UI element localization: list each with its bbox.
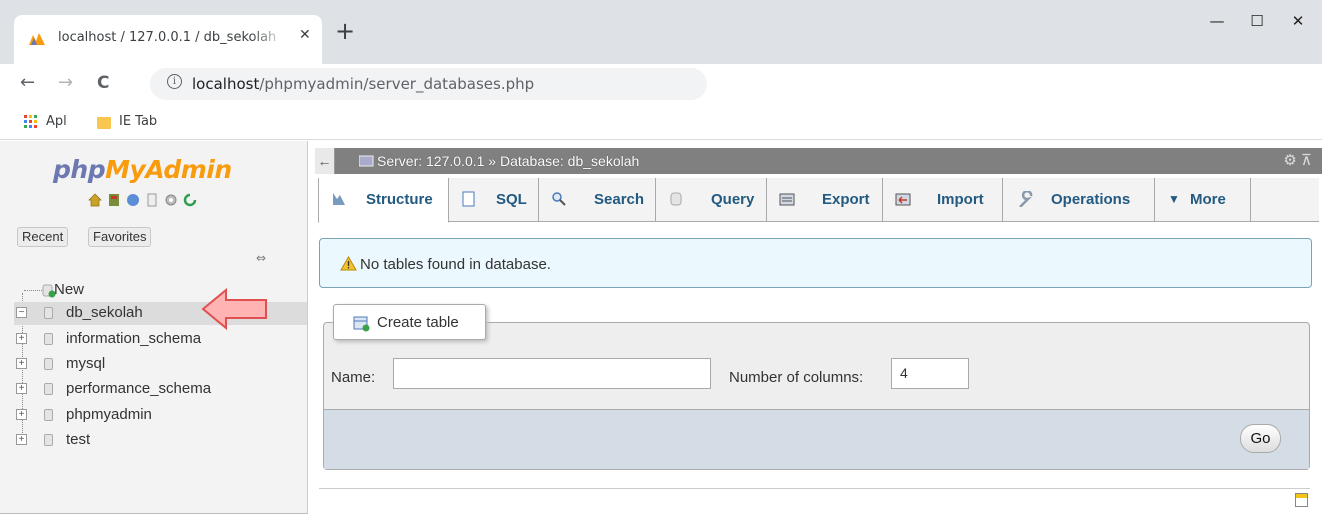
columns-label: Number of columns: [729,369,864,386]
import-icon [895,193,911,206]
export-icon [779,193,795,206]
recent-button[interactable]: Recent [17,227,69,247]
settings-icon[interactable] [164,193,178,207]
database-icon [44,409,53,421]
address-url: localhost/phpmyadmin/server_databases.ph… [192,75,535,93]
database-item-test[interactable]: + test [14,429,307,452]
close-window-button[interactable]: ✕ [1278,6,1318,36]
console-icon[interactable] [1295,493,1308,507]
back-button[interactable]: ← [20,72,35,93]
database-label: db_sekolah [66,304,143,321]
table-name-input[interactable] [393,358,711,389]
database-icon [44,434,53,446]
logout-icon[interactable] [107,193,121,207]
reload-nav-icon[interactable] [183,193,197,207]
expand-icon[interactable]: + [16,383,27,394]
browser-tabstrip: localhost / 127.0.0.1 / db_sekolah ✕ + —… [0,0,1322,64]
home-icon[interactable] [88,193,102,207]
minimize-button[interactable]: — [1197,6,1237,36]
annotation-arrow-icon [201,287,267,331]
navigation-panel: phpMyAdmin Recent Favorites ⇔ New − db_s… [0,141,308,514]
tab-sql[interactable]: SQL [449,178,539,222]
tab-search[interactable]: Search [539,178,656,222]
database-label: test [66,431,91,448]
collapse-icon[interactable]: − [16,307,27,318]
search-icon [552,192,566,206]
name-label: Name: [331,369,376,386]
link-icon[interactable]: ⇔ [256,251,266,265]
database-item-information-schema[interactable]: + information_schema [14,328,307,351]
close-icon: ✕ [1291,12,1305,30]
folder-icon [97,117,111,129]
bookmarks-bar: Apl IE Tab [0,104,1322,140]
server-icon [359,155,374,167]
apps-grid-icon [24,115,37,128]
database-icon [44,307,53,319]
database-item-performance-schema[interactable]: + performance_schema [14,378,307,401]
create-table-legend: Create table [333,304,486,340]
favorites-button[interactable]: Favorites [88,227,152,247]
tab-import[interactable]: Import [883,178,1003,222]
notice-message: No tables found in database. [360,256,551,273]
docs-icon[interactable] [145,193,159,207]
breadcrumb: ← Server: 127.0.0.1 » Database: db_sekol… [315,148,1322,174]
browser-toolbar: ← → C i localhost/phpmyadmin/server_data… [0,64,1322,104]
expand-icon[interactable]: + [16,358,27,369]
caret-down-icon: ▼ [1168,192,1180,206]
database-label: information_schema [66,330,202,347]
database-icon [44,358,53,370]
tab-close-icon[interactable]: ✕ [299,27,311,43]
phpmyadmin-favicon-icon [29,33,45,45]
nav-icon-bar [88,193,197,211]
create-table-form [323,322,1310,470]
database-tabs: Structure SQL Search Query Export Import… [318,178,1319,223]
tab-query[interactable]: Query [656,178,767,222]
expand-icon[interactable]: + [16,409,27,420]
tab-export[interactable]: Export [767,178,883,222]
info-icon[interactable]: i [167,74,182,89]
bookmark-ie-tab[interactable]: IE Tab [119,114,157,129]
notice-box: No tables found in database. [319,238,1312,288]
database-label: mysql [66,355,106,372]
columns-input[interactable]: 4 [891,358,969,389]
database-icon [44,383,53,395]
maximize-button[interactable]: ☐ [1237,6,1277,36]
phpmyadmin-logo[interactable]: phpMyAdmin [53,155,232,184]
query-icon [670,192,682,206]
tab-operations[interactable]: Operations [1003,178,1155,222]
address-bar[interactable]: i localhost/phpmyadmin/server_databases.… [150,68,707,100]
expand-icon[interactable]: + [16,434,27,445]
expand-icon[interactable]: + [16,333,27,344]
tab-more[interactable]: ▼ More [1155,178,1251,222]
form-footer [324,409,1309,469]
reload-button[interactable]: C [97,73,109,93]
database-label: performance_schema [66,380,212,397]
structure-icon [333,193,345,205]
settings-gear-icon[interactable]: ⚙ ⊼ [1283,151,1312,169]
tab-title: localhost / 127.0.0.1 / db_sekolah [58,30,277,45]
database-icon [44,333,53,345]
tree-item-label: New [54,281,85,298]
browser-tab[interactable]: localhost / 127.0.0.1 / db_sekolah ✕ [14,15,322,64]
database-item-phpmyadmin[interactable]: + phpmyadmin [14,404,307,427]
bookmark-apps[interactable]: Apl [46,114,67,129]
breadcrumb-text[interactable]: Server: 127.0.0.1 » Database: db_sekolah [377,153,639,169]
warning-icon [340,256,357,271]
tab-structure[interactable]: Structure [318,178,449,223]
new-tab-button[interactable]: + [335,19,355,43]
legend-label: Create table [377,314,459,331]
minimize-icon: — [1209,12,1225,30]
sql-icon [462,191,475,207]
go-button[interactable]: Go [1240,424,1281,453]
maximize-icon: ☐ [1250,12,1264,30]
help-icon[interactable] [126,193,140,207]
create-table-icon [353,316,370,332]
collapse-panel-icon[interactable]: ← [315,148,335,174]
wrench-icon [1019,191,1033,207]
database-item-mysql[interactable]: + mysql [14,353,307,376]
database-label: phpmyadmin [66,406,152,423]
forward-button[interactable]: → [58,72,73,93]
divider [319,488,1310,489]
